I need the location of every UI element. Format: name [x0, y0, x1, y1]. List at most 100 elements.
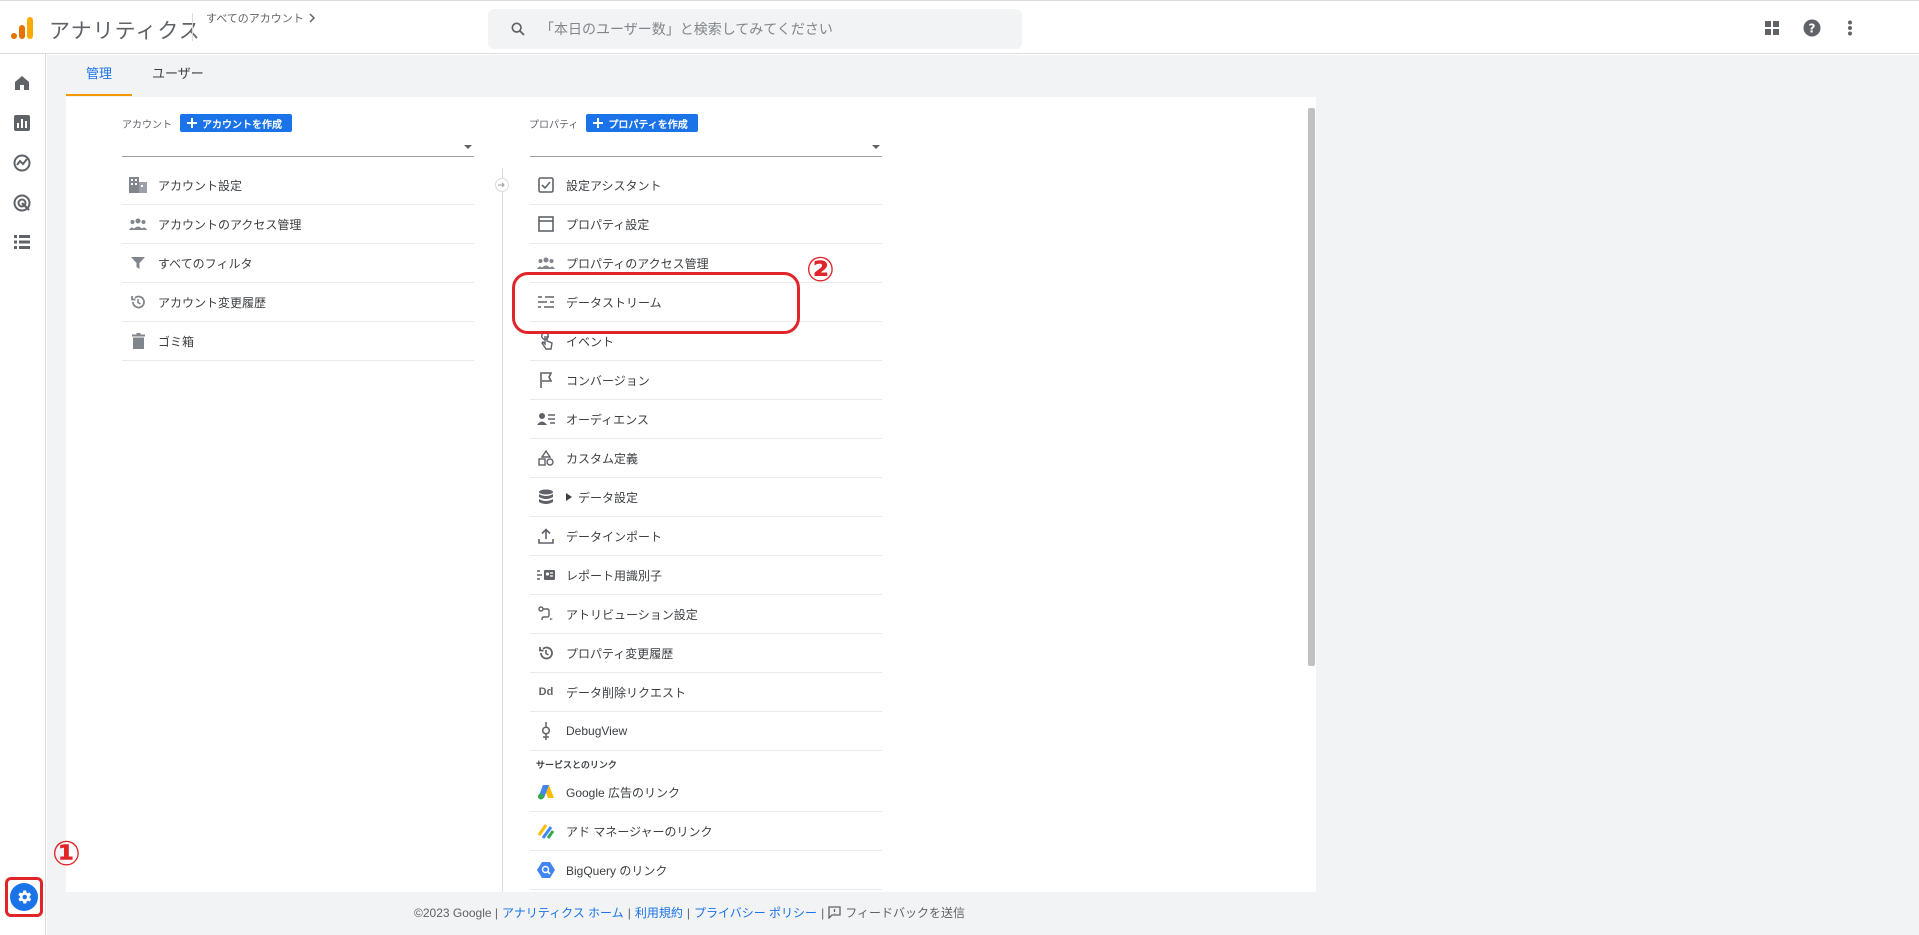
dropdown-caret-icon [464, 145, 472, 149]
account-menu: アカウント設定 アカウントのアクセス管理 すべてのフィルタ アカウント変更履歴 … [122, 166, 474, 361]
more-vert-icon[interactable] [1840, 18, 1860, 38]
footer-privacy-link[interactable]: プライバシー ポリシー [694, 904, 817, 921]
footer-feedback-link[interactable]: フィードバックを送信 [845, 904, 965, 921]
touch-icon [536, 331, 556, 351]
menu-item-label: プロパティ設定 [566, 217, 650, 232]
dd-icon: Dd [536, 682, 556, 702]
app-title: アナリティクス [49, 20, 201, 43]
menu-item-custom-definitions[interactable]: カスタム定義 [530, 439, 882, 478]
scrollbar-thumb[interactable] [1308, 108, 1315, 666]
menu-item-label: Google 広告のリンク [566, 785, 681, 800]
admin-panel: アカウント アカウントを作成 アカウント設定 アカウントのアクセス管理 すべての… [66, 97, 1316, 892]
svg-text:?: ? [1809, 22, 1816, 36]
filter-icon [128, 253, 148, 273]
dd-glyph: Dd [538, 686, 554, 698]
menu-item-data-import[interactable]: データインポート [530, 517, 882, 556]
menu-item-label: 設定アシスタント [566, 178, 662, 193]
footer-analytics-home-link[interactable]: アナリティクス ホーム [502, 904, 624, 921]
menu-item-label: アカウント設定 [158, 178, 243, 193]
menu-item-label: コンバージョン [566, 373, 650, 388]
menu-item-account-access[interactable]: アカウントのアクセス管理 [122, 205, 474, 244]
upload-icon [536, 526, 556, 546]
expand-arrow-icon[interactable] [566, 493, 572, 501]
create-account-label: アカウントを作成 [202, 119, 282, 131]
menu-item-data-deletion[interactable]: Dd データ削除リクエスト [530, 673, 882, 712]
menu-item-label: プロパティのアクセス管理 [566, 256, 709, 271]
column-divider [502, 168, 503, 892]
menu-item-label: オーディエンス [566, 412, 649, 427]
menu-item-debugview[interactable]: DebugView [530, 712, 882, 751]
account-selector[interactable] [122, 135, 474, 157]
menu-item-label: レポート用識別子 [566, 568, 663, 583]
footer-separator: | [821, 905, 825, 920]
menu-item-trash[interactable]: ゴミ箱 [122, 322, 474, 361]
building-icon [128, 175, 148, 195]
menu-item-label: データ削除リクエスト [566, 685, 687, 700]
menu-item-property-settings[interactable]: プロパティ設定 [530, 205, 882, 244]
footer: ©2023 Google | アナリティクス ホーム | 利用規約 | プライバ… [414, 904, 965, 921]
debug-icon [536, 721, 556, 741]
people-icon [128, 214, 148, 234]
analytics-logo-icon[interactable] [10, 15, 36, 41]
create-account-button[interactable]: アカウントを作成 [180, 114, 292, 132]
checkbox-icon [536, 175, 556, 195]
account-crumb-label: すべてのアカウント [206, 13, 304, 25]
account-column-label: アカウント [122, 119, 172, 131]
menu-item-all-filters[interactable]: すべてのフィルタ [122, 244, 474, 283]
menu-item-reporting-identity[interactable]: レポート用識別子 [530, 556, 882, 595]
menu-item-label: プロパティ変更履歴 [566, 646, 674, 661]
gear-icon [10, 883, 38, 911]
annotation-highlight-data-streams [512, 272, 800, 334]
explore-icon[interactable] [11, 152, 33, 174]
top-app-bar: アナリティクス すべてのアカウント ? [0, 0, 1919, 54]
footer-terms-link[interactable]: 利用規約 [635, 904, 683, 921]
tab-user[interactable]: ユーザー [132, 58, 224, 96]
search-input[interactable] [540, 21, 980, 37]
title-divider [192, 13, 193, 41]
menu-item-account-settings[interactable]: アカウント設定 [122, 166, 474, 205]
google-ads-icon [536, 782, 556, 802]
property-selector[interactable] [530, 135, 882, 157]
menu-item-account-history[interactable]: アカウント変更履歴 [122, 283, 474, 322]
help-icon[interactable]: ? [1802, 18, 1822, 38]
dropdown-caret-icon [872, 145, 880, 149]
menu-item-google-ads-links[interactable]: Google 広告のリンク [530, 773, 882, 812]
create-property-label: プロパティを作成 [608, 119, 688, 131]
configure-list-icon[interactable] [11, 231, 33, 253]
annotation-number-one: ① [52, 834, 81, 874]
menu-item-property-history[interactable]: プロパティ変更履歴 [530, 634, 882, 673]
plus-icon [187, 118, 197, 128]
menu-item-attribution-settings[interactable]: アトリビューション設定 [530, 595, 882, 634]
footer-separator: | [686, 905, 690, 920]
identifier-icon [536, 565, 556, 585]
menu-item-label: アカウントのアクセス管理 [158, 217, 302, 232]
tab-admin[interactable]: 管理 [66, 58, 133, 96]
window-icon [536, 214, 556, 234]
menu-item-label: カスタム定義 [566, 451, 639, 466]
audience-icon [536, 409, 556, 429]
menu-item-label: アトリビューション設定 [566, 607, 698, 622]
shapes-icon [536, 448, 556, 468]
menu-item-conversions[interactable]: コンバージョン [530, 361, 882, 400]
create-property-button[interactable]: プロパティを作成 [586, 114, 698, 132]
reports-icon[interactable] [11, 112, 33, 134]
admin-settings-button[interactable] [5, 877, 43, 917]
search-bar[interactable] [488, 9, 1022, 49]
menu-item-label: BigQuery のリンク [566, 863, 668, 878]
menu-item-audiences[interactable]: オーディエンス [530, 400, 882, 439]
advertising-icon[interactable] [11, 192, 33, 214]
admin-tabs: 管理 ユーザー [66, 58, 224, 96]
apps-grid-icon[interactable] [1762, 18, 1782, 38]
menu-item-data-settings[interactable]: データ設定 [530, 478, 882, 517]
menu-item-ad-manager-links[interactable]: アド マネージャーのリンク [530, 812, 882, 851]
history-icon [128, 292, 148, 312]
history-icon [536, 643, 556, 663]
menu-item-label: アカウント変更履歴 [158, 295, 267, 310]
menu-item-setup-assistant[interactable]: 設定アシスタント [530, 166, 882, 205]
database-icon [536, 487, 556, 507]
account-breadcrumb[interactable]: すべてのアカウント [206, 10, 316, 26]
menu-item-bigquery-links[interactable]: BigQuery のリンク [530, 851, 882, 890]
attribution-icon [536, 604, 556, 624]
chevron-right-icon [309, 13, 315, 23]
home-icon[interactable] [11, 72, 33, 94]
